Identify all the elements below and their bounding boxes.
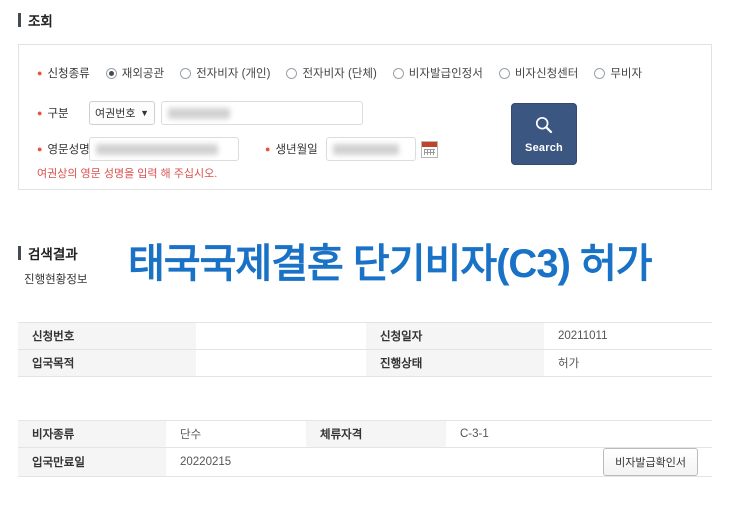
result-subheading: 진행현황정보 [24,274,88,286]
heading-bar-icon [18,13,21,27]
radio-option-visa-issuance-certificate[interactable]: 비자발급인정서 [392,65,483,81]
calendar-grid [423,148,435,155]
radio-label: 전자비자 (단체) [302,68,377,80]
cell-empty [306,447,446,477]
gubun-row: ● 구분 여권번호 ▼ [37,101,363,125]
overlay-title: 태국국제결혼 단기비자(C3) 허가 [128,242,653,286]
passport-number-input[interactable] [161,101,363,125]
status-table: 신청번호 신청일자 20211011 입국목적 진행상태 허가 [18,322,712,377]
radio-label: 재외공관 [121,68,165,80]
radio-option-embassy[interactable]: 재외공관 [105,65,165,81]
gubun-label: 구분 [47,108,69,120]
visa-issuance-certificate-button[interactable]: 비자발급확인서 [603,448,698,476]
search-button-label: Search [525,141,563,154]
radio-label: 무비자 [610,68,643,80]
cell-value-application-date: 20211011 [544,322,712,350]
radio-option-evisa-individual[interactable]: 전자비자 (개인) [180,65,270,81]
search-section-heading-label: 조회 [28,14,53,29]
cell-value-application-number [196,322,366,350]
cell-value-entry-purpose [196,349,366,377]
cell-value-visa-type: 단수 [166,420,306,448]
radio-option-no-visa[interactable]: 무비자 [594,65,642,81]
cell-value-stay-qualification: C-3-1 [446,420,712,448]
table-row: 입국만료일 20220215 비자발급확인서 [18,447,712,477]
radio-label: 비자발급인정서 [408,68,483,80]
radio-circle-icon[interactable] [180,67,192,79]
calendar-header [421,141,437,147]
cell-label-entry-expiry-date: 입국만료일 [18,447,166,477]
result-section-heading: 검색결과 [18,243,78,263]
search-button[interactable]: Search [511,103,577,165]
name-and-dob-row: ● 영문성명 ● 생년월일 [37,137,438,161]
radio-label: 전자비자 (개인) [196,68,271,80]
english-name-input[interactable] [89,137,239,161]
required-dot-icon: ● [37,68,43,78]
calendar-icon[interactable] [420,140,438,158]
redacted-value [96,144,218,155]
radio-label: 비자신청센터 [514,68,579,80]
english-name-label-group: ● 영문성명 [37,141,90,157]
cell-label-entry-purpose: 입국목적 [18,349,196,377]
required-dot-icon: ● [265,144,271,154]
required-dot-icon: ● [37,144,43,154]
english-name-label: 영문성명 [47,144,90,156]
application-type-label-group: ● 신청종류 [37,65,90,81]
gubun-select-value: 여권번호 [95,108,136,120]
result-section-heading-label: 검색결과 [28,247,78,262]
required-dot-icon: ● [37,108,43,118]
cell-label-application-date: 신청일자 [366,322,544,350]
table-row: 비자종류 단수 체류자격 C-3-1 [18,420,712,448]
cell-value-entry-expiry-date: 20220215 [166,447,306,477]
redacted-value [168,108,230,119]
radio-option-evisa-group[interactable]: 전자비자 (단체) [286,65,377,81]
cell-label-progress-state: 진행상태 [366,349,544,377]
chevron-down-icon: ▼ [140,107,149,118]
application-type-row: ● 신청종류 재외공관 전자비자 (개인) 전자비자 (단체) 비자발급인정서 비… [37,65,642,81]
birth-date-input[interactable] [325,137,416,161]
helper-text: 여권상의 영문 성명을 입력 해 주십시오. [37,168,218,180]
visa-table: 비자종류 단수 체류자격 C-3-1 입국만료일 20220215 비자발급확인… [18,420,712,477]
birth-date-label-group: ● 생년월일 [265,141,318,157]
radio-circle-icon[interactable] [105,67,117,79]
search-section-heading: 조회 [18,10,53,30]
redacted-value [332,144,399,155]
radio-circle-icon[interactable] [392,67,404,79]
gubun-label-group: ● 구분 [37,105,89,121]
radio-circle-icon[interactable] [498,67,510,79]
cell-certificate-button: 비자발급확인서 [446,447,712,477]
cell-value-progress-state: 허가 [544,349,712,377]
cell-label-stay-qualification: 체류자격 [306,420,446,448]
radio-circle-icon[interactable] [286,67,298,79]
heading-bar-icon [18,246,21,260]
cell-label-visa-type: 비자종류 [18,420,166,448]
radio-option-visa-application-center[interactable]: 비자신청센터 [498,65,579,81]
search-icon [534,115,554,140]
table-row: 입국목적 진행상태 허가 [18,349,712,377]
table-row: 신청번호 신청일자 20211011 [18,322,712,350]
radio-circle-icon[interactable] [594,67,606,79]
birth-date-label: 생년월일 [275,144,318,156]
gubun-select[interactable]: 여권번호 ▼ [89,101,155,125]
cell-label-application-number: 신청번호 [18,322,196,350]
application-type-label: 신청종류 [47,68,90,80]
search-panel: ● 신청종류 재외공관 전자비자 (개인) 전자비자 (단체) 비자발급인정서 비… [18,44,712,190]
